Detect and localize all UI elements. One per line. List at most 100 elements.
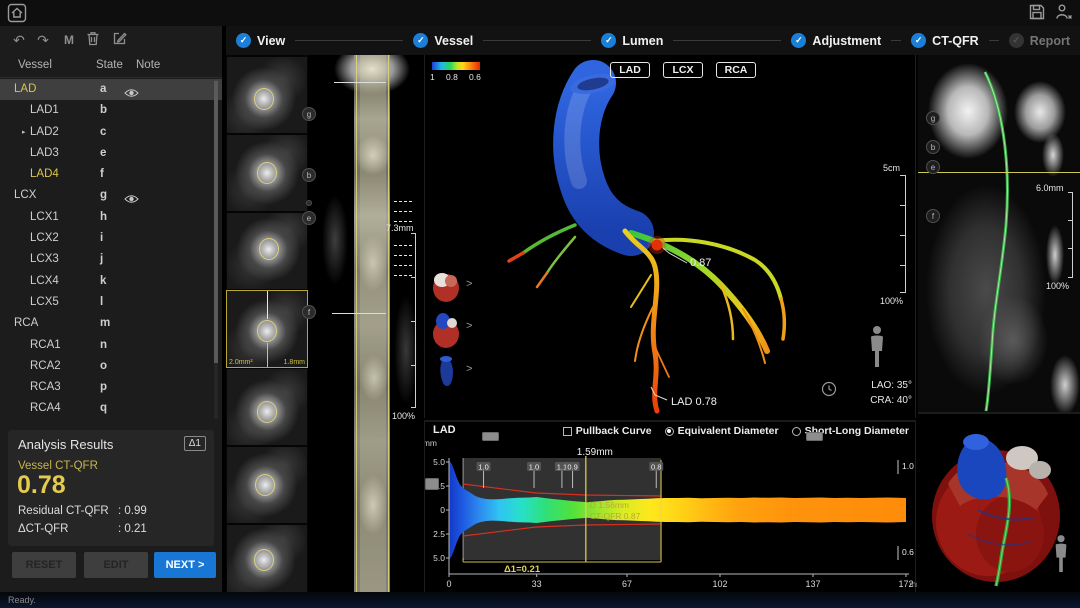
state-letter: p [100, 377, 107, 398]
user-logout-icon[interactable] [1054, 3, 1074, 23]
cross-section-thumb-1[interactable] [227, 57, 307, 133]
vessel-row-lcx1[interactable]: LCX1h [0, 207, 222, 228]
heart-preset-3[interactable]: > [429, 353, 465, 389]
mpr-marker-b[interactable]: b [926, 140, 940, 154]
heart-preset-1[interactable]: > [429, 268, 465, 304]
svg-text:1.59mm: 1.59mm [577, 447, 613, 458]
vessel-row-lcx[interactable]: LCXg [0, 185, 222, 206]
branch-marker-f[interactable]: f [302, 305, 316, 319]
pullback-range-handle-right[interactable] [806, 432, 823, 441]
heart-3d-view[interactable] [918, 414, 1080, 592]
state-letter: f [100, 164, 104, 185]
marker-tool-icon[interactable]: M [60, 31, 78, 49]
rotate-clock-icon[interactable] [821, 381, 837, 397]
lad-button[interactable]: LAD [610, 62, 650, 78]
app-window: ↶ ↷ M ✓View ✓Vessel ✓Lumen ✓Adjustment ✓CT-Q… [0, 0, 1080, 608]
cpr-dash-marks [394, 211, 414, 212]
vessel-row-rca[interactable]: RCAm [0, 313, 222, 334]
cross-section-thumb-6[interactable] [227, 447, 307, 523]
cross-section-thumb-4[interactable]: 2.0mm²1.8mm [227, 291, 307, 367]
coronary-tree-render [425, 55, 917, 418]
axis-drag-handle[interactable] [425, 478, 439, 490]
vessel-row-rca4[interactable]: RCA4q [0, 398, 222, 419]
analysis-title: Analysis Results [18, 437, 113, 452]
mpr-centerline [918, 55, 1080, 412]
save-icon[interactable] [1028, 3, 1048, 23]
vessel-row-lad2[interactable]: ▸LAD2c [0, 122, 222, 143]
redo-icon[interactable]: ↷ [34, 31, 52, 49]
branch-marker-g[interactable]: g [302, 107, 316, 121]
cross-section-thumb-2[interactable] [227, 135, 307, 211]
delete-icon[interactable] [84, 31, 102, 49]
patient-orientation-figure [1052, 532, 1070, 576]
expand-marker-icon[interactable]: ▸ [22, 122, 26, 143]
rca-button[interactable]: RCA [716, 62, 756, 78]
branch-marker-b[interactable]: b [302, 168, 316, 182]
step-connector [891, 40, 901, 41]
status-bar: Ready. [0, 592, 1080, 608]
pullback-chart-panel: LAD Pullback CurveEquivalent DiameterSho… [424, 420, 916, 592]
branch-marker-e[interactable]: e [302, 211, 316, 225]
tab-report[interactable]: ✓Report [1009, 33, 1070, 48]
vessel-row-rca1[interactable]: RCA1n [0, 335, 222, 356]
vessel-row-lad3[interactable]: LAD3e [0, 143, 222, 164]
top-bar [0, 0, 1080, 26]
mpr-marker-g[interactable]: g [926, 111, 940, 125]
mpr-position-line[interactable] [918, 172, 1080, 173]
vessel-row-lad4[interactable]: LAD4f [0, 164, 222, 185]
lcx-button[interactable]: LCX [663, 62, 703, 78]
pullback-range-handle-left[interactable] [482, 432, 499, 441]
svg-text:Δ1=0.21: Δ1=0.21 [504, 564, 541, 575]
home-icon[interactable] [7, 3, 27, 23]
lumen-area-label: 2.0mm² [229, 359, 253, 366]
tab-lumen[interactable]: ✓Lumen [601, 33, 663, 48]
step-connector [295, 40, 403, 41]
state-letter: a [100, 79, 106, 100]
reset-button[interactable]: RESET [12, 552, 76, 578]
scrollbar-thumb[interactable] [214, 81, 218, 363]
branch-marker-dot[interactable] [306, 200, 312, 206]
workflow-stepper: ✓View ✓Vessel ✓Lumen ✓Adjustment ✓CT-QFR ✓Rep… [226, 26, 1080, 55]
next-button[interactable]: NEXT > [154, 552, 216, 578]
tab-view[interactable]: ✓View [236, 33, 285, 48]
pullback-chart[interactable]: 1.59mmΔ1=0.211.01.01.10.90.8D 1.56mmCT-Q… [425, 422, 917, 594]
vessel-row-lad[interactable]: LADa [0, 79, 222, 100]
cross-section-thumb-5[interactable] [227, 369, 307, 445]
vessel-row-lcx2[interactable]: LCX2i [0, 228, 222, 249]
heart-preset-2[interactable]: > [429, 310, 465, 346]
check-icon: ✓ [601, 33, 616, 48]
svg-text:mm: mm [909, 580, 917, 589]
cross-section-thumb-3[interactable] [227, 213, 307, 289]
chevron-right-icon: > [466, 363, 472, 375]
vessel-row-lcx3[interactable]: LCX3j [0, 249, 222, 270]
svg-text:1.0: 1.0 [478, 463, 488, 472]
tab-vessel[interactable]: ✓Vessel [413, 33, 473, 48]
cross-section-thumb-7[interactable] [227, 525, 307, 592]
mpr-view[interactable]: g b e f 6.0mm 100% [918, 55, 1080, 412]
vessel-row-rca2[interactable]: RCA2o [0, 356, 222, 377]
mpr-marker-f[interactable]: f [926, 209, 940, 223]
analysis-results-panel: Analysis Results Δ1 Vessel CT-QFR 0.78 R… [8, 430, 214, 546]
state-letter: c [100, 122, 106, 143]
edit-button[interactable]: EDIT [84, 552, 148, 578]
tab-ct-qfr[interactable]: ✓CT-QFR [911, 33, 979, 48]
tab-adjustment[interactable]: ✓Adjustment [791, 33, 881, 48]
edit-note-icon[interactable] [110, 31, 128, 49]
step-connector [483, 40, 591, 41]
cpr-view[interactable]: 7.3mm 100% [316, 55, 422, 592]
coronary-3d-view[interactable]: 1 0.8 0.6 LAD LCX RCA 0.87 LAD 0.78 > > … [424, 55, 916, 418]
mpr-marker-e[interactable]: e [926, 160, 940, 174]
svg-text:137: 137 [805, 579, 820, 589]
state-letter: j [100, 249, 103, 270]
vessel-row-lcx4[interactable]: LCX4k [0, 271, 222, 292]
vessel-row-lad1[interactable]: LAD1b [0, 100, 222, 121]
mpr-ruler [1072, 192, 1073, 278]
vessel-row-lcx5[interactable]: LCX5l [0, 292, 222, 313]
vessel-row-rca3[interactable]: RCA3p [0, 377, 222, 398]
undo-icon[interactable]: ↶ [10, 31, 28, 49]
step-connector [673, 40, 781, 41]
crosshair-line [267, 291, 268, 319]
cpr-dash-marks [394, 245, 414, 246]
patient-orientation-figure [867, 323, 887, 371]
cpr-texture [322, 195, 348, 285]
